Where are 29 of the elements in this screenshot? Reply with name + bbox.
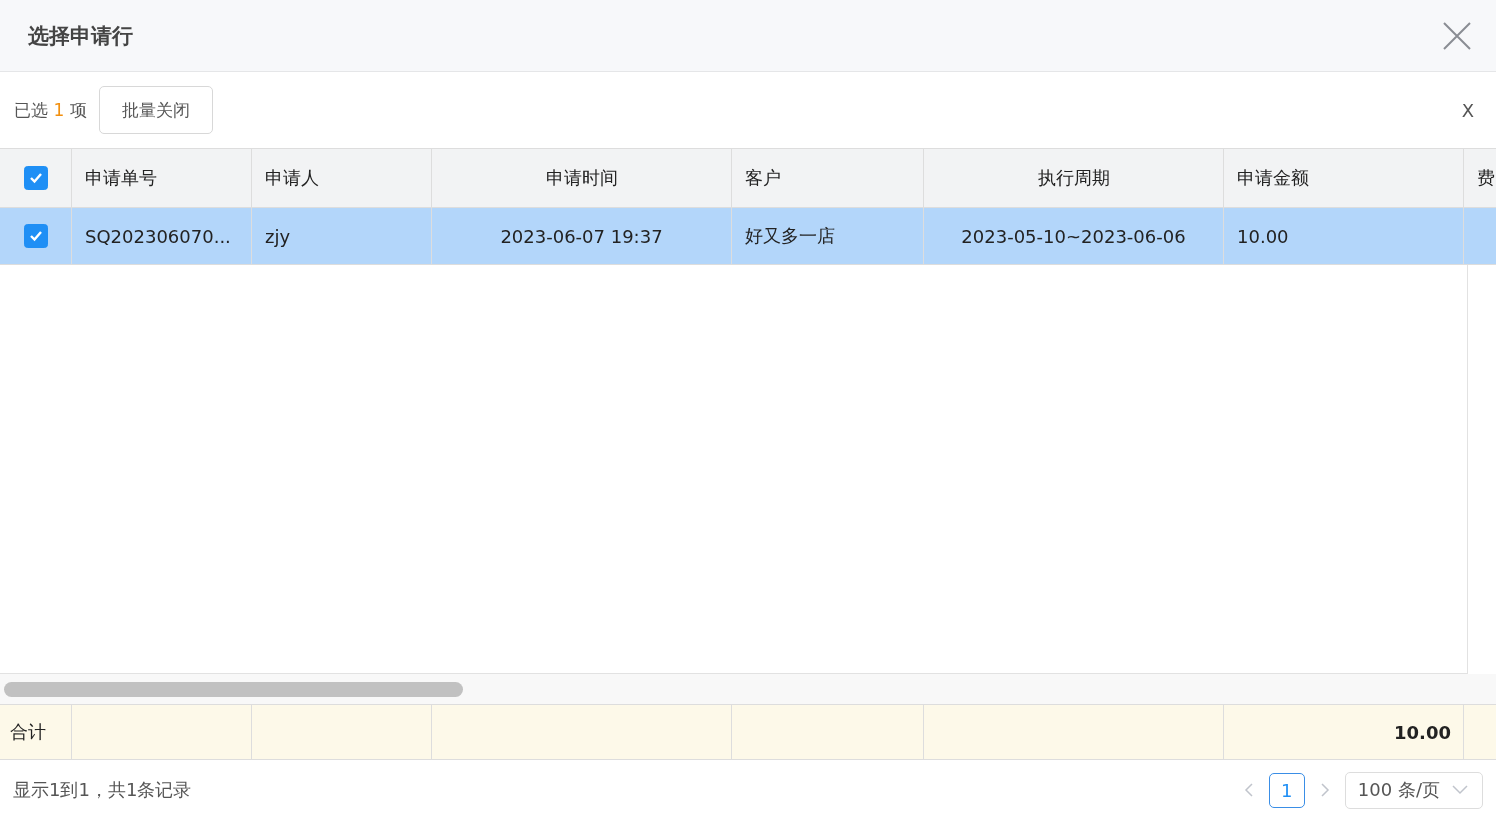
column-header: 申请金额 [1237,166,1309,190]
previous-page-icon[interactable] [1242,782,1255,798]
table-cell: 2023-06-07 19:37 [500,225,663,247]
page-size-select[interactable]: 100 条/页 [1344,771,1483,809]
dialog-title: 选择申请行 [28,22,133,50]
summary-total: 10.00 [1394,721,1451,743]
record-info: 显示1到1，共1条记录 [13,778,192,802]
table-cell: 2023-05-10~2023-06-06 [961,225,1186,247]
chevron-down-icon [1452,785,1468,795]
close-icon[interactable] [1442,20,1472,51]
column-header: 申请人 [265,166,319,190]
summary-label: 合计 [10,720,46,744]
table-cell: 好又多一店 [745,224,835,248]
next-page-icon[interactable] [1318,782,1331,798]
column-header: 执行周期 [1037,166,1110,190]
batch-close-button[interactable]: 批量关闭 [98,86,213,134]
row-checkbox[interactable] [23,224,48,248]
column-header: 申请时间 [545,166,618,190]
selection-count: 已选 1 项 [14,98,87,122]
column-header: 申请单号 [85,166,157,190]
clear-selection-button[interactable]: X [1453,99,1482,121]
column-header: 费 [1477,166,1495,190]
table-cell: 10.00 [1237,225,1289,247]
table-cell: zjy [265,225,291,247]
table-cell: SQ202306070... [85,225,231,247]
column-header: 客户 [745,166,781,190]
table-row[interactable]: SQ202306070... zjy 2023-06-07 19:37 好又多一店 2023-05-10~2023-06-06 10.00 [0,208,1496,265]
scrollbar-thumb[interactable] [4,681,463,697]
select-all-checkbox[interactable] [23,166,48,190]
